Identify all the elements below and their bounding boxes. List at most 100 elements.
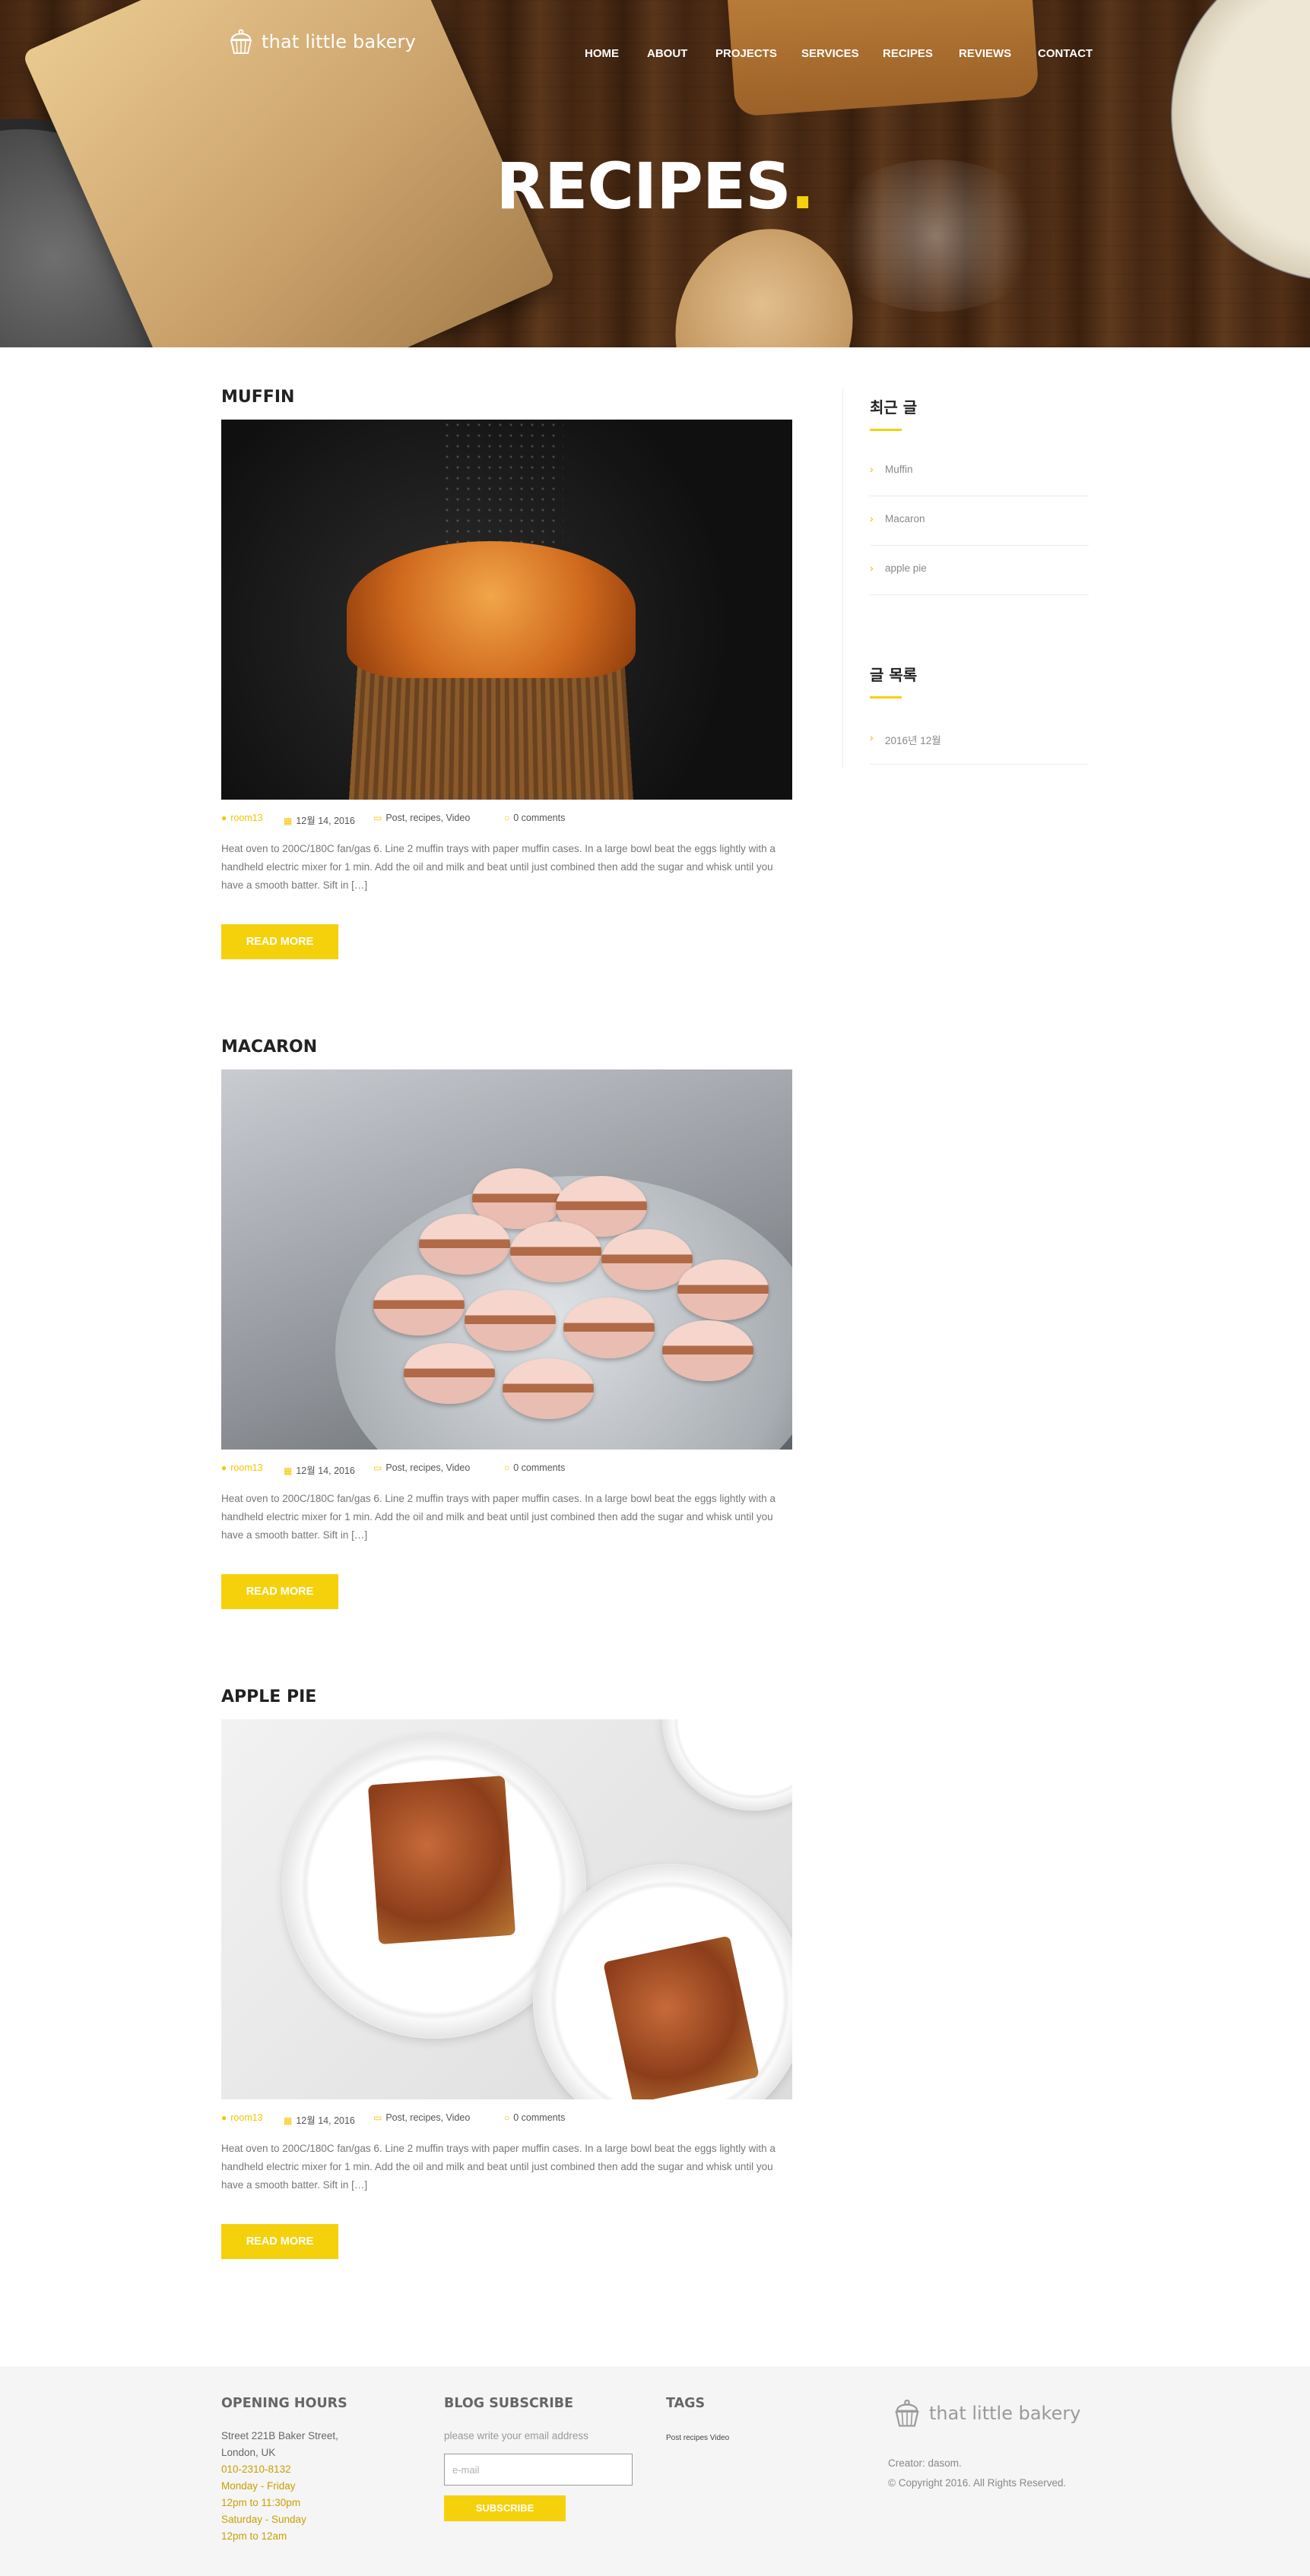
post-comments[interactable]: 0 comments [513,2112,565,2123]
macaron [465,1290,556,1351]
macaron [404,1343,495,1404]
post-excerpt: Heat oven to 200C/180C fan/gas 6. Line 2… [221,843,776,891]
calendar-icon: ▦ [284,2115,293,2126]
post-author[interactable]: room13 [230,1462,262,1473]
tags-title: TAGS [666,2396,706,2411]
chevron-right-icon: › [870,562,874,574]
read-more-button[interactable]: READ MORE [221,924,338,959]
macaron [419,1214,510,1275]
read-more-button[interactable]: READ MORE [221,1574,338,1609]
tag-list[interactable]: Post recipes Video [666,2430,729,2447]
recent-post-label[interactable]: apple pie [885,562,927,574]
chevron-right-icon: › [870,731,874,743]
folder-icon: ▭ [373,813,382,823]
folder-icon: ▭ [373,1462,382,1473]
calendar-icon: ▦ [284,1465,293,1476]
nav-contact[interactable]: CONTACT [1038,47,1093,60]
comment-icon: ○ [504,2112,510,2123]
macaron [510,1221,601,1282]
page-title-text: RECIPES [496,149,791,223]
page-title-dot: . [790,149,815,223]
chevron-right-icon: › [870,463,874,475]
nav-services[interactable]: SERVICES [801,47,859,60]
post-author[interactable]: room13 [230,813,262,823]
macaron-photo [221,1069,792,1450]
post-title-macaron[interactable]: MACARON [221,1038,317,1057]
recent-posts-title: 최근 글 [870,398,918,417]
post-meta: ● room13 ▦ 12월 14, 2016 ▭ Post, recipes, Vi… [221,1462,792,1476]
post-comments[interactable]: 0 comments [513,1462,565,1473]
post-date[interactable]: 12월 14, 2016 [296,1465,355,1476]
muffin-top [347,541,636,678]
nav-home[interactable]: HOME [585,47,619,60]
nav-reviews[interactable]: REVIEWS [959,47,1011,60]
post-meta: ● room13 ▦ 12월 14, 2016 ▭ Post, recipes, Vi… [221,813,792,826]
post-meta: ● room13 ▦ 12월 14, 2016 ▭ Post, recipes, Vi… [221,2112,792,2126]
post-categories[interactable]: Post, recipes, Video [385,2112,470,2123]
macaron [662,1320,753,1381]
post-image-macaron[interactable] [221,1069,792,1450]
address-line: London, UK [221,2447,276,2458]
archive-item[interactable]: › 2016년 12월 [870,716,1089,765]
folder-icon: ▭ [373,2112,382,2123]
page-title: RECIPES. [0,149,1310,223]
nav-about[interactable]: ABOUT [647,47,687,60]
hero-banner: that little bakery HOME ABOUT PROJECTS S… [0,0,1310,347]
phone-number[interactable]: 010-2310-8132 [221,2461,338,2478]
sugar-dust [442,420,563,549]
post-image-apple-pie[interactable] [221,1719,792,2099]
post-image-muffin[interactable] [221,420,792,800]
post-categories[interactable]: Post, recipes, Video [385,1462,470,1473]
copyright-text: © Copyright 2016. All Rights Reserved. [888,2477,1067,2489]
nav-projects[interactable]: PROJECTS [715,47,777,60]
opening-hours-title: OPENING HOURS [221,2396,347,2411]
post-date[interactable]: 12월 14, 2016 [296,816,355,826]
archive-label[interactable]: 2016년 12월 [885,732,941,747]
muffin-photo [221,420,792,800]
email-input[interactable] [444,2454,633,2486]
post-comments[interactable]: 0 comments [513,813,565,823]
footer-logo[interactable]: that little bakery [890,2396,1080,2431]
post-title-apple-pie[interactable]: APPLE PIE [221,1687,316,1706]
nav-recipes[interactable]: RECIPES [883,47,933,60]
chevron-right-icon: › [870,512,874,524]
main-nav: HOME ABOUT PROJECTS SERVICES RECIPES REV… [0,47,1310,62]
comment-icon: ○ [504,813,510,823]
plate [662,1719,792,1811]
apple-pie-photo [221,1719,792,2099]
user-icon: ● [221,1462,227,1473]
site-footer [0,2366,1310,2576]
post-excerpt: Heat oven to 200C/180C fan/gas 6. Line 2… [221,1493,776,1541]
macaron [503,1358,594,1419]
hours-line: Monday - Friday [221,2480,296,2492]
address-line: Street 221B Baker Street, [221,2430,338,2441]
subscribe-instructions: please write your email address [444,2430,588,2441]
post-author[interactable]: room13 [230,2112,262,2123]
recent-post-label[interactable]: Muffin [885,464,913,475]
calendar-icon: ▦ [284,816,293,826]
recent-post-item[interactable]: › apple pie [870,547,1089,595]
hours-line: 12pm to 11:30pm [221,2497,301,2508]
macaron [563,1298,655,1358]
comment-icon: ○ [504,1462,510,1473]
pie-slice [367,1775,516,1945]
opening-hours-block: Street 221B Baker Street, London, UK 010… [221,2428,338,2545]
recent-posts-underline [870,429,902,431]
post-categories[interactable]: Post, recipes, Video [385,813,470,823]
archive-underline [870,696,902,699]
footer-logo-text: that little bakery [929,2403,1081,2424]
sidebar-divider [842,388,843,768]
hours-line: 12pm to 12am [221,2530,287,2542]
blog-subscribe-title: BLOG SUBSCRIBE [444,2396,574,2411]
post-title-muffin[interactable]: MUFFIN [221,388,294,407]
recent-post-item[interactable]: › Macaron [870,497,1089,546]
user-icon: ● [221,2112,227,2123]
macaron [677,1259,769,1320]
cupcake-icon [895,2399,919,2427]
subscribe-button[interactable]: SUBSCRIBE [444,2495,566,2521]
read-more-button[interactable]: READ MORE [221,2224,338,2259]
recent-post-item[interactable]: › Muffin [870,448,1089,496]
post-excerpt: Heat oven to 200C/180C fan/gas 6. Line 2… [221,2143,776,2191]
post-date[interactable]: 12월 14, 2016 [296,2115,355,2126]
recent-post-label[interactable]: Macaron [885,513,925,524]
